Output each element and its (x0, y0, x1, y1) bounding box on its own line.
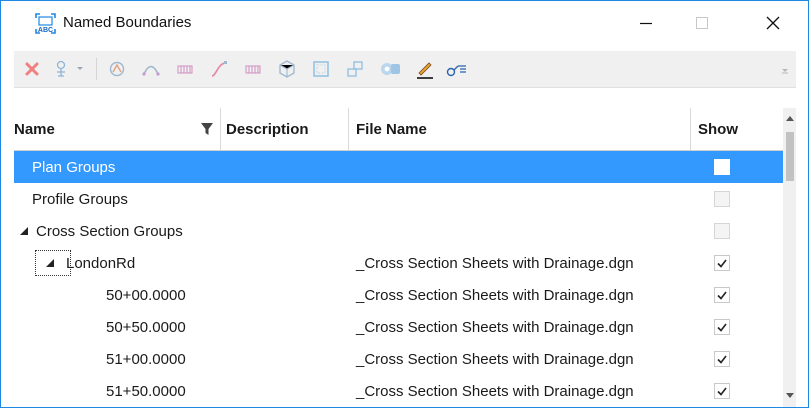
toolbar (14, 51, 796, 88)
civil-icon (109, 61, 125, 77)
delete-button[interactable] (20, 51, 44, 87)
delete-icon (25, 62, 39, 76)
table-icon (177, 65, 193, 74)
svg-text:ABC: ABC (38, 27, 53, 34)
named-boundaries-icon: ABC (34, 12, 57, 35)
table-row[interactable]: 50+50.0000 _Cross Section Sheets with Dra… (14, 311, 783, 343)
boundaries-table: Name Description File Name Show Plan Gro… (14, 108, 796, 407)
close-icon (766, 16, 780, 30)
row-name: 51+00.0000 (106, 350, 186, 368)
show-checkbox[interactable] (714, 159, 730, 175)
group-button[interactable] (342, 51, 368, 87)
row-name: 50+00.0000 (106, 286, 186, 304)
row-name: LondonRd (66, 254, 136, 272)
row-file-name: _Cross Section Sheets with Drainage.dgn (356, 254, 634, 272)
view-button[interactable] (376, 51, 406, 87)
minimize-icon (640, 22, 652, 25)
vertical-scrollbar[interactable] (783, 108, 796, 407)
table-row[interactable]: LondonRd _Cross Section Sheets with Drain… (14, 247, 783, 279)
named-boundaries-window: ABC Named Boundaries Name Description Fi… (0, 0, 809, 408)
table-row[interactable]: 51+00.0000 _Cross Section Sheets with Dra… (14, 343, 783, 375)
checkmark-icon (717, 291, 727, 300)
arc-icon (142, 65, 160, 76)
column-header-description[interactable]: Description (226, 108, 346, 150)
column-name-label: Name (14, 120, 55, 138)
show-checkbox[interactable] (714, 191, 730, 207)
show-checkbox[interactable] (714, 287, 730, 303)
table-row[interactable]: 51+50.0000 _Cross Section Sheets with Dra… (14, 375, 783, 407)
scrollbar-thumb[interactable] (786, 132, 794, 181)
arc-button[interactable] (138, 51, 164, 87)
edit-pencil-icon (417, 62, 433, 79)
row-file-name: _Cross Section Sheets with Drainage.dgn (356, 286, 634, 304)
table-button[interactable] (172, 51, 198, 87)
profile-icon (211, 61, 227, 77)
toolbar-separator (96, 58, 97, 80)
table-header: Name Description File Name Show (14, 108, 783, 151)
model-icon (279, 60, 295, 78)
row-file-name: _Cross Section Sheets with Drainage.dgn (356, 382, 634, 400)
scroll-down-icon (786, 393, 794, 398)
edit-button[interactable] (412, 51, 438, 87)
boundary-icon (313, 61, 329, 77)
minimize-button[interactable] (621, 1, 671, 45)
civil-button[interactable] (104, 51, 130, 87)
scroll-up-icon (786, 116, 794, 121)
column-header-show[interactable]: Show (698, 108, 768, 150)
title-bar: ABC Named Boundaries (1, 1, 808, 45)
table-2-button[interactable] (240, 51, 266, 87)
row-name: Profile Groups (32, 190, 128, 208)
checkmark-icon (717, 355, 727, 364)
window-title: Named Boundaries (63, 14, 192, 31)
show-checkbox[interactable] (714, 223, 730, 239)
group-icon (347, 61, 363, 77)
model-button[interactable] (274, 51, 300, 87)
view-icon (381, 63, 400, 75)
show-checkbox[interactable] (714, 255, 730, 271)
maximize-icon (696, 17, 708, 29)
table-2-icon (245, 65, 261, 74)
table-row[interactable]: 50+00.0000 _Cross Section Sheets with Dra… (14, 279, 783, 311)
toolbar-overflow-button[interactable] (778, 51, 792, 87)
chevron-down-icon (782, 69, 788, 74)
place-boundary-dropdown[interactable] (50, 51, 88, 87)
place-boundary-icon (56, 60, 83, 77)
table-row[interactable]: Profile Groups (14, 183, 783, 215)
row-file-name: _Cross Section Sheets with Drainage.dgn (356, 318, 634, 336)
column-header-file-name[interactable]: File Name (356, 108, 696, 150)
column-header-name[interactable]: Name (14, 108, 219, 150)
row-name: Cross Section Groups (36, 222, 183, 240)
maximize-button[interactable] (677, 1, 727, 45)
row-name: 51+50.0000 (106, 382, 186, 400)
boundary-button[interactable] (308, 51, 334, 87)
show-checkbox[interactable] (714, 351, 730, 367)
row-name: Plan Groups (32, 158, 116, 176)
show-checkbox[interactable] (714, 383, 730, 399)
key-settings-button[interactable] (444, 51, 470, 87)
filter-icon[interactable] (200, 122, 214, 140)
show-checkbox[interactable] (714, 319, 730, 335)
row-name: 50+50.0000 (106, 318, 186, 336)
close-button[interactable] (748, 1, 798, 45)
expand-collapse-icon[interactable] (18, 215, 30, 247)
row-file-name: _Cross Section Sheets with Drainage.dgn (356, 350, 634, 368)
table-row[interactable]: Plan Groups (14, 151, 783, 183)
profile-button[interactable] (206, 51, 232, 87)
checkmark-icon (717, 323, 727, 332)
key-settings-icon (446, 65, 466, 77)
checkmark-icon (717, 259, 727, 268)
checkmark-icon (717, 387, 727, 396)
table-row[interactable]: Cross Section Groups (14, 215, 783, 247)
